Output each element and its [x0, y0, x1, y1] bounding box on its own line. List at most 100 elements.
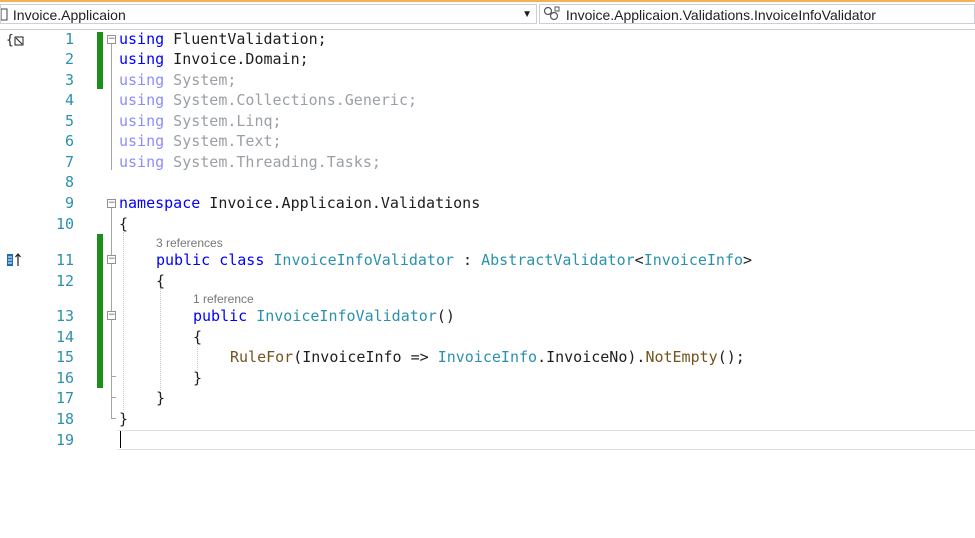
- type-dropdown-label: Invoice.Applicaion.Validations.InvoiceIn…: [565, 7, 876, 23]
- chevron-down-icon: ▼: [522, 9, 532, 20]
- code-line-1[interactable]: using FluentValidation;: [119, 29, 327, 49]
- line-number: 19: [55, 431, 74, 449]
- keyword: using: [119, 50, 165, 68]
- code-text: System.Linq;: [164, 112, 282, 130]
- line-number: 17: [55, 389, 74, 407]
- change-indicator: [97, 234, 103, 388]
- keyword: public: [156, 251, 211, 269]
- keyword: using: [119, 71, 165, 89]
- collapse-icon[interactable]: −: [107, 255, 116, 264]
- code-line-9[interactable]: namespace Invoice.Applicaion.Validations: [119, 193, 480, 213]
- code-line-4[interactable]: using System.Collections.Generic;: [119, 90, 417, 110]
- code-line-6[interactable]: using System.Text;: [119, 131, 282, 151]
- brace: }: [156, 389, 166, 407]
- keyword: using: [119, 132, 165, 150]
- line-number: 2: [64, 50, 74, 68]
- code-line-2[interactable]: using Invoice.Domain;: [119, 49, 309, 69]
- code-line-18[interactable]: }: [119, 409, 128, 429]
- navigation-bar-accent: [0, 0, 975, 2]
- line-number: 10: [55, 215, 74, 233]
- current-line-highlight: [117, 430, 975, 450]
- text-caret: [120, 431, 121, 448]
- line-number: 8: [64, 173, 74, 191]
- brace: {: [193, 328, 203, 346]
- type-name: InvoiceInfo: [643, 251, 744, 269]
- method-name: NotEmpty: [645, 348, 718, 366]
- code-text: System.Threading.Tasks;: [164, 153, 381, 171]
- collapse-icon[interactable]: −: [107, 199, 116, 208]
- code-line-10[interactable]: {: [119, 214, 128, 234]
- line-number: 9: [64, 194, 74, 212]
- fold-end: [111, 397, 116, 398]
- code-text: FluentValidation;: [164, 30, 327, 48]
- keyword: using: [119, 153, 165, 171]
- brace: {: [156, 272, 166, 290]
- line-number: 16: [55, 369, 74, 387]
- navigation-bar: Invoice.Applicaion ▼ Invoice.Applicaion.…: [0, 0, 975, 30]
- fold-end: [111, 376, 116, 377]
- line-number: 4: [64, 91, 74, 109]
- code-text: System;: [164, 71, 237, 89]
- svg-text:{: {: [6, 33, 14, 48]
- code-text: (InvoiceInfo =>: [293, 348, 438, 366]
- type-name: InvoiceInfoValidator: [256, 307, 437, 325]
- type-name: InvoiceInfoValidator: [273, 251, 455, 269]
- indent-guide: [160, 288, 161, 390]
- code-line-11[interactable]: public class InvoiceInfoValidator : Abst…: [156, 250, 752, 270]
- project-dropdown-label: Invoice.Applicaion: [12, 7, 126, 23]
- code-text: System.Text;: [164, 132, 282, 150]
- override-icon[interactable]: [6, 252, 24, 271]
- code-line-13[interactable]: public InvoiceInfoValidator(): [193, 306, 455, 326]
- change-indicator: [97, 32, 103, 89]
- type-name: InvoiceInfo: [437, 348, 538, 366]
- fold-end: [111, 418, 116, 419]
- code-line-14[interactable]: {: [193, 327, 202, 347]
- project-dropdown[interactable]: Invoice.Applicaion ▼: [0, 4, 537, 24]
- collapse-icon[interactable]: −: [107, 311, 116, 320]
- line-number: 12: [55, 272, 74, 290]
- line-number: 15: [55, 348, 74, 366]
- code-text: (): [436, 307, 455, 325]
- line-number: 6: [64, 132, 74, 150]
- code-text: :: [454, 251, 482, 269]
- code-line-15[interactable]: RuleFor(InvoiceInfo => InvoiceInfo.Invoi…: [230, 347, 745, 367]
- code-text: Invoice.Domain;: [164, 50, 309, 68]
- brace: {: [119, 215, 129, 233]
- code-line-16[interactable]: }: [193, 368, 202, 388]
- codelens-references[interactable]: 3 references: [156, 236, 223, 250]
- indent-guide: [123, 232, 124, 410]
- brace: }: [193, 369, 203, 387]
- code-line-12[interactable]: {: [156, 271, 165, 291]
- method-name: RuleFor: [230, 348, 294, 366]
- code-line-3[interactable]: using System;: [119, 70, 236, 90]
- code-text: .: [537, 348, 547, 366]
- code-text: ();: [717, 348, 745, 366]
- line-number: 14: [55, 328, 74, 346]
- code-line-7[interactable]: using System.Threading.Tasks;: [119, 152, 381, 172]
- using-directives-icon[interactable]: {: [6, 32, 26, 51]
- code-line-5[interactable]: using System.Linq;: [119, 111, 282, 131]
- code-line-17[interactable]: }: [156, 388, 165, 408]
- collapse-icon[interactable]: −: [107, 35, 116, 44]
- left-margin: [0, 30, 8, 538]
- keyword: namespace: [119, 194, 201, 212]
- line-number: 3: [64, 71, 74, 89]
- keyword: class: [219, 251, 265, 269]
- keyword: public: [193, 307, 248, 325]
- code-text: >: [743, 251, 753, 269]
- line-number: 1: [64, 30, 74, 48]
- code-text: Invoice.Applicaion.Validations: [200, 194, 481, 212]
- code-text: InvoiceNo).: [546, 348, 646, 366]
- type-name: AbstractValidator: [481, 251, 635, 269]
- line-number: 13: [55, 307, 74, 325]
- brace: }: [119, 410, 129, 428]
- type-dropdown[interactable]: Invoice.Applicaion.Validations.InvoiceIn…: [539, 4, 975, 24]
- class-icon: [540, 5, 562, 23]
- code-text: System.Collections.Generic;: [164, 91, 418, 109]
- fold-line: [111, 44, 112, 170]
- codelens-references[interactable]: 1 reference: [193, 292, 254, 306]
- line-number: 7: [64, 153, 74, 171]
- keyword: using: [119, 91, 165, 109]
- csharp-project-icon: [1, 5, 9, 23]
- indent-guide: [197, 345, 198, 370]
